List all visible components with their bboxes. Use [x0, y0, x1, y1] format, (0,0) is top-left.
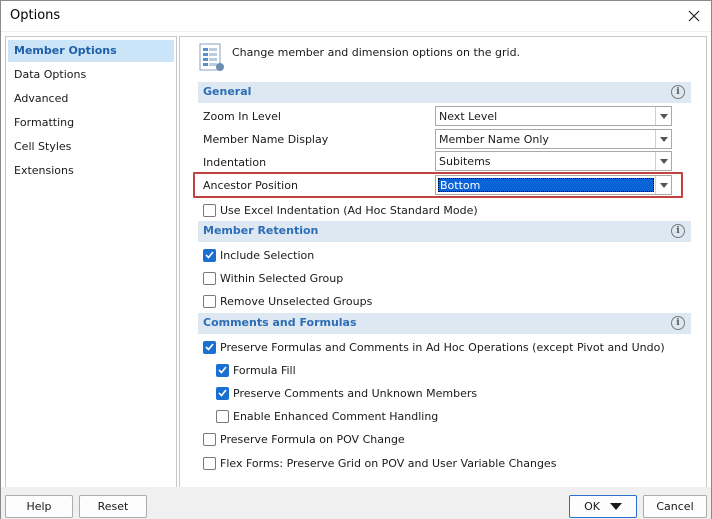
- remove-unselected-groups-checkbox[interactable]: [203, 294, 216, 308]
- preserve-comments-unknown-option[interactable]: Preserve Comments and Unknown Members: [216, 385, 477, 401]
- zoom-in-level-select[interactable]: Next Level: [435, 106, 672, 126]
- preserve-comments-unknown-checkbox[interactable]: [216, 386, 229, 400]
- chevron-down-icon: [609, 503, 622, 510]
- grid-options-icon: [199, 43, 224, 71]
- sidebar-item-member-options[interactable]: Member Options: [8, 40, 174, 62]
- preserve-formulas-option[interactable]: Preserve Formulas and Comments in Ad Hoc…: [203, 339, 665, 355]
- preserve-formula-pov-option[interactable]: Preserve Formula on POV Change: [203, 431, 405, 447]
- info-icon[interactable]: i: [671, 85, 685, 99]
- include-selection-option[interactable]: Include Selection: [203, 247, 314, 263]
- enhanced-comment-option[interactable]: Enable Enhanced Comment Handling: [216, 408, 438, 424]
- section-general: General i: [198, 82, 691, 103]
- ancestor-position-label: Ancestor Position: [203, 179, 298, 192]
- sidebar: Member Options Data Options Advanced For…: [5, 36, 177, 488]
- excel-indentation-checkbox[interactable]: [203, 203, 216, 217]
- remove-unselected-groups-option[interactable]: Remove Unselected Groups: [203, 293, 372, 309]
- checkmark-icon: [205, 343, 214, 351]
- sidebar-item-cell-styles[interactable]: Cell Styles: [8, 136, 174, 158]
- preserve-comments-unknown-label: Preserve Comments and Unknown Members: [233, 386, 478, 400]
- enhanced-comment-checkbox[interactable]: [216, 409, 229, 423]
- help-button[interactable]: Help: [5, 495, 73, 518]
- chevron-down-icon: [655, 107, 671, 125]
- ok-button[interactable]: OK: [569, 495, 637, 518]
- title-bar: Options: [1, 1, 711, 31]
- formula-fill-option[interactable]: Formula Fill: [216, 362, 296, 378]
- formula-fill-label: Formula Fill: [233, 363, 296, 377]
- indentation-value: Subitems: [439, 155, 491, 168]
- flex-forms-checkbox[interactable]: [203, 456, 216, 470]
- ancestor-position-selection: Bottom: [438, 178, 654, 192]
- preserve-formula-pov-checkbox[interactable]: [203, 432, 216, 446]
- chevron-down-icon: [655, 130, 671, 148]
- reset-button[interactable]: Reset: [79, 495, 147, 518]
- dialog-footer: Help Reset OK Cancel: [1, 487, 711, 519]
- section-comments-formulas: Comments and Formulas i: [198, 313, 691, 334]
- excel-indentation-option[interactable]: Use Excel Indentation (Ad Hoc Standard M…: [203, 202, 478, 218]
- sidebar-item-data-options[interactable]: Data Options: [8, 64, 174, 86]
- member-name-display-select[interactable]: Member Name Only: [435, 129, 672, 149]
- ancestor-position-select[interactable]: Bottom: [435, 175, 672, 195]
- checkmark-icon: [205, 251, 214, 259]
- options-panel: Change member and dimension options on t…: [179, 36, 707, 488]
- remove-unselected-groups-label: Remove Unselected Groups: [220, 294, 373, 308]
- enhanced-comment-label: Enable Enhanced Comment Handling: [233, 409, 439, 423]
- ok-button-label: OK: [584, 500, 600, 513]
- section-general-title: General: [203, 85, 252, 98]
- close-icon: [688, 10, 700, 22]
- within-selected-group-checkbox[interactable]: [203, 271, 216, 285]
- preserve-formulas-checkbox[interactable]: [203, 340, 216, 354]
- close-button[interactable]: [681, 3, 707, 29]
- zoom-in-level-value: Next Level: [439, 110, 498, 123]
- include-selection-checkbox[interactable]: [203, 248, 216, 262]
- within-selected-group-label: Within Selected Group: [220, 271, 344, 285]
- member-name-display-value: Member Name Only: [439, 133, 549, 146]
- dialog-body: Member Options Data Options Advanced For…: [1, 32, 711, 488]
- preserve-formula-pov-label: Preserve Formula on POV Change: [220, 432, 405, 446]
- checkmark-icon: [218, 366, 227, 374]
- panel-description: Change member and dimension options on t…: [232, 46, 521, 59]
- formula-fill-checkbox[interactable]: [216, 363, 229, 377]
- sidebar-item-advanced[interactable]: Advanced: [8, 88, 174, 110]
- info-icon[interactable]: i: [671, 316, 685, 330]
- chevron-down-icon: [655, 152, 671, 170]
- preserve-formulas-label: Preserve Formulas and Comments in Ad Hoc…: [220, 340, 665, 354]
- member-name-display-label: Member Name Display: [203, 133, 329, 146]
- checkmark-icon: [218, 389, 227, 397]
- indentation-select[interactable]: Subitems: [435, 151, 672, 171]
- section-comments-formulas-title: Comments and Formulas: [203, 316, 357, 329]
- flex-forms-label: Flex Forms: Preserve Grid on POV and Use…: [220, 456, 557, 470]
- zoom-in-level-label: Zoom In Level: [203, 110, 281, 123]
- info-icon[interactable]: i: [671, 224, 685, 238]
- include-selection-label: Include Selection: [220, 248, 315, 262]
- within-selected-group-option[interactable]: Within Selected Group: [203, 270, 343, 286]
- options-dialog: Options Member Options Data Options Adva…: [0, 0, 712, 519]
- ancestor-position-value: Bottom: [440, 179, 481, 192]
- section-member-retention-title: Member Retention: [203, 224, 319, 237]
- sidebar-item-extensions[interactable]: Extensions: [8, 160, 174, 182]
- section-member-retention: Member Retention i: [198, 221, 691, 242]
- cancel-button[interactable]: Cancel: [643, 495, 707, 518]
- indentation-label: Indentation: [203, 156, 267, 169]
- sidebar-item-formatting[interactable]: Formatting: [8, 112, 174, 134]
- window-title: Options: [10, 8, 61, 23]
- flex-forms-option[interactable]: Flex Forms: Preserve Grid on POV and Use…: [203, 455, 556, 471]
- chevron-down-icon: [655, 176, 671, 194]
- excel-indentation-label: Use Excel Indentation (Ad Hoc Standard M…: [220, 203, 478, 217]
